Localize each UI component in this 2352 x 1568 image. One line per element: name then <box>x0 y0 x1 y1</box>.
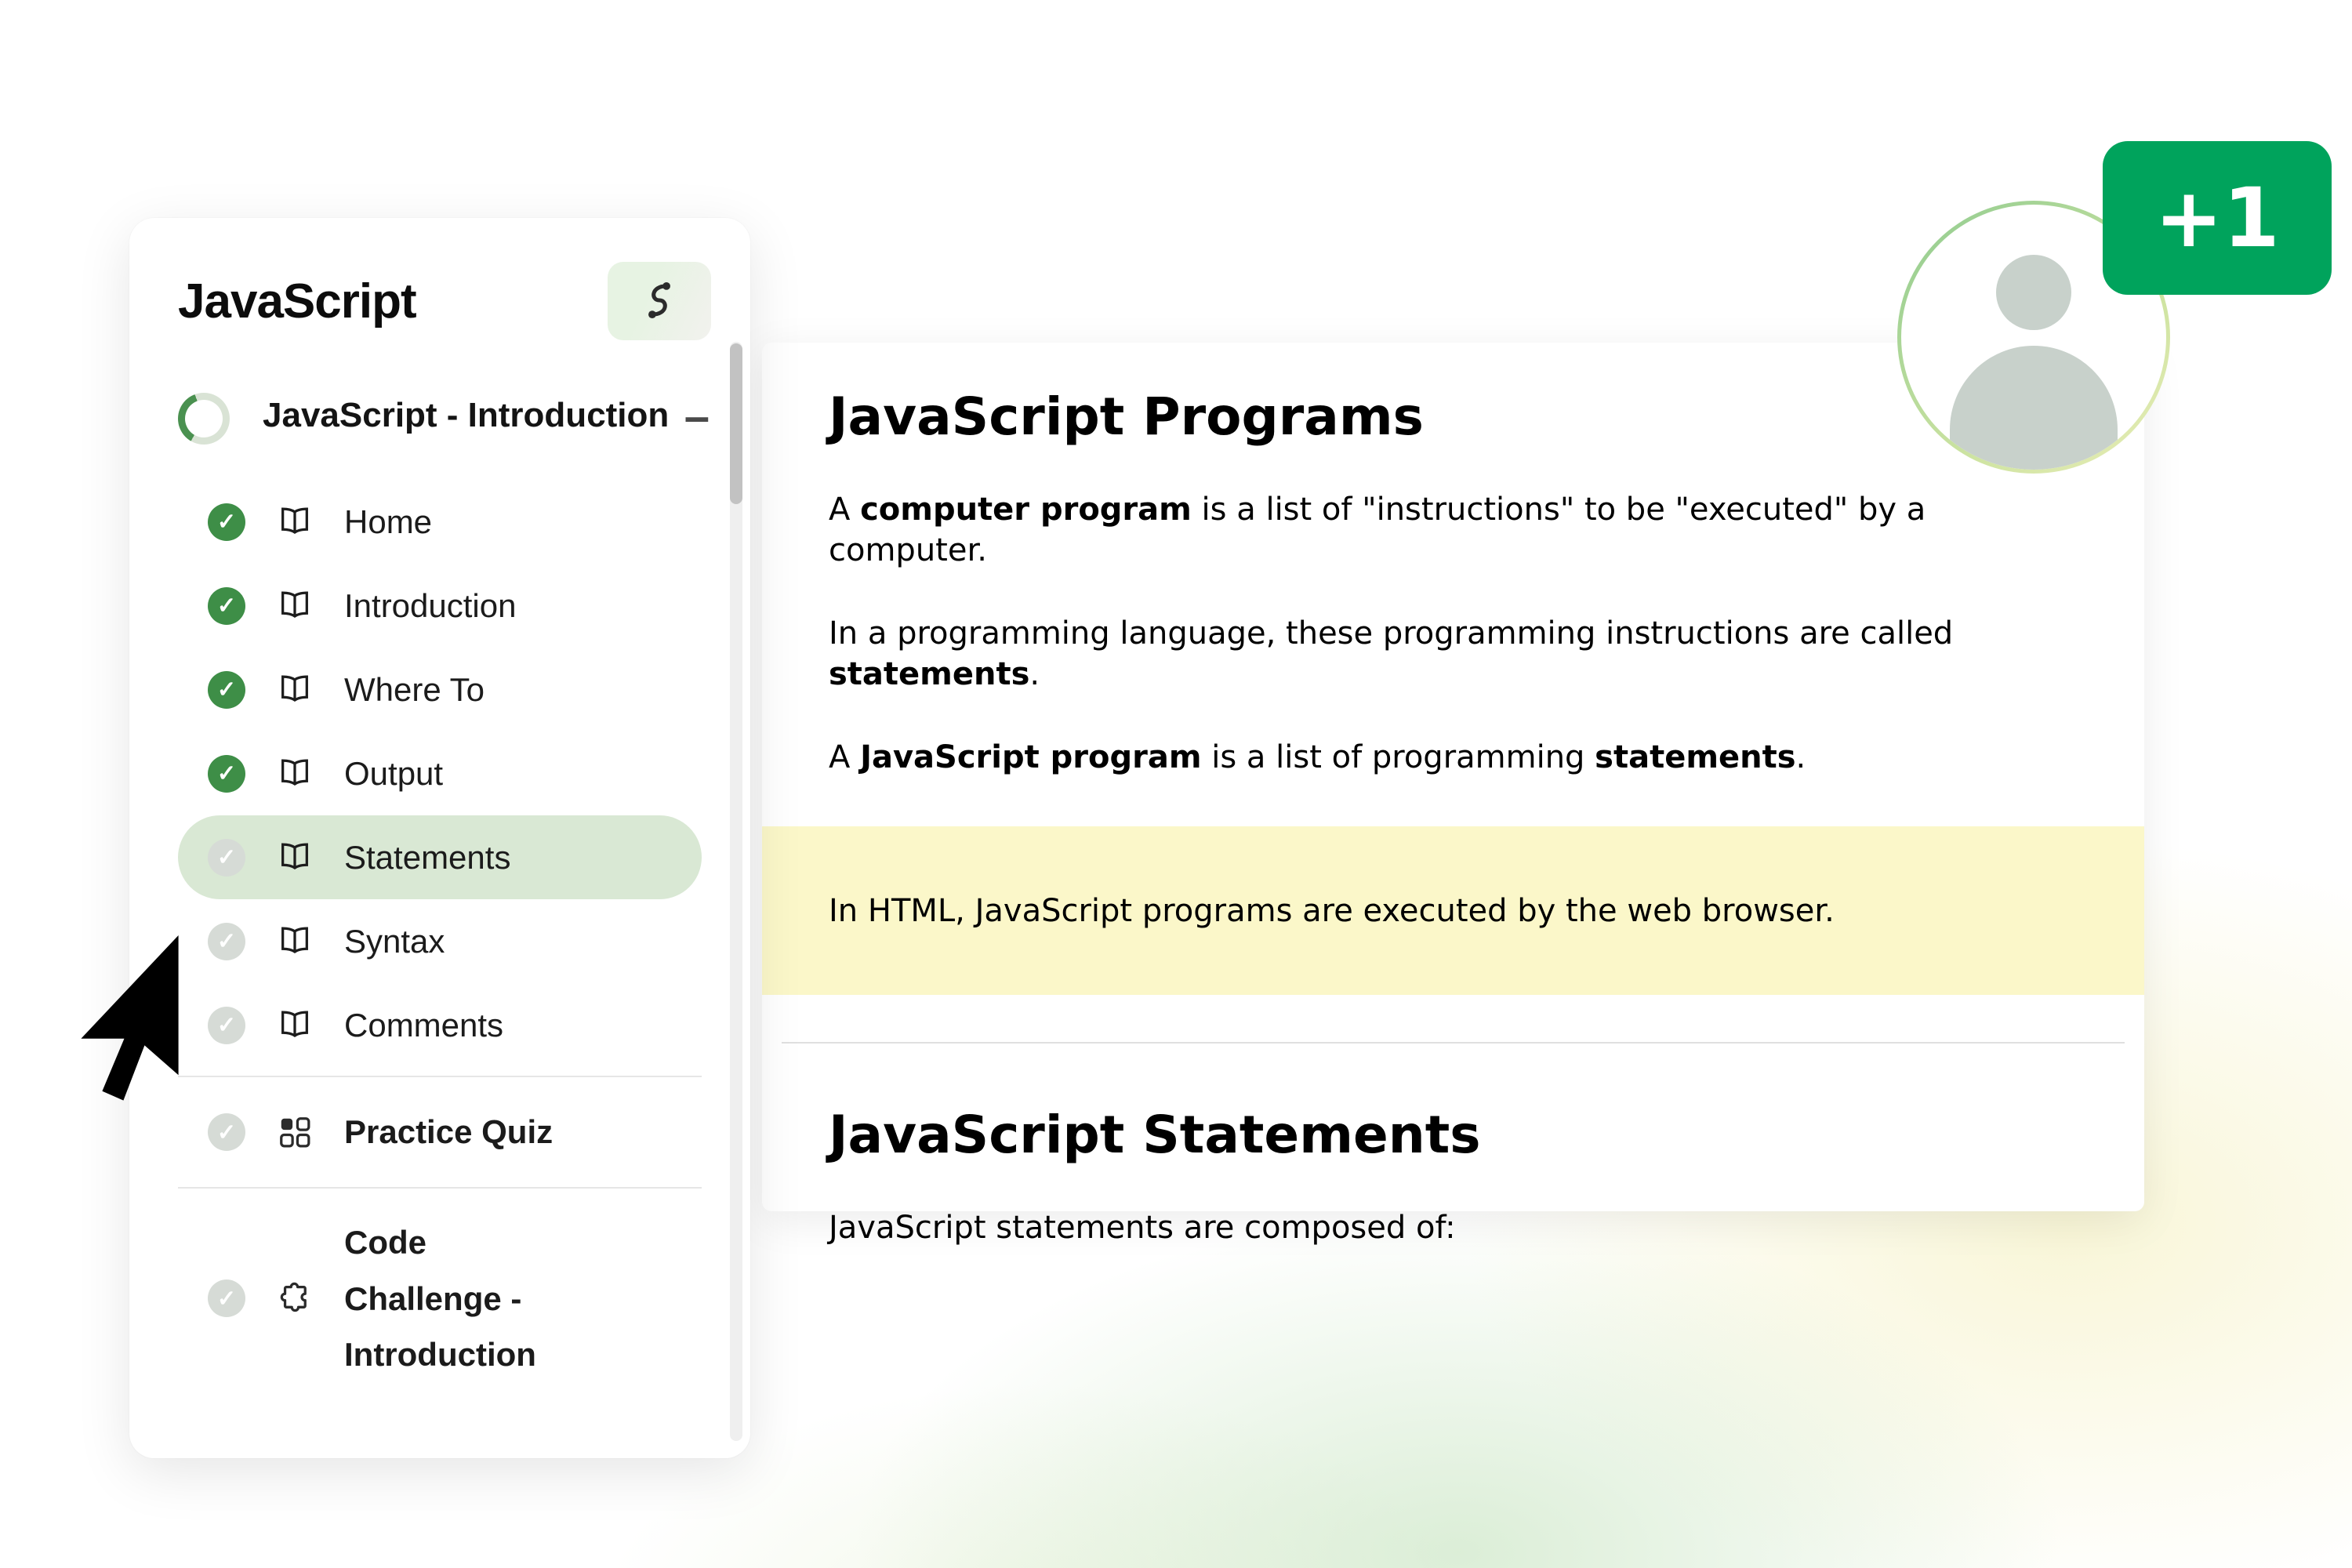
sidebar-item-code-challenge[interactable]: Code Challenge - Introduction <box>178 1197 702 1399</box>
lesson-content-panel: JavaScript Programs A computer program i… <box>762 343 2144 1211</box>
sidebar-scrollbar-track[interactable] <box>730 342 742 1441</box>
check-circle-icon <box>208 1007 245 1044</box>
points-badge: +1 <box>2103 141 2332 295</box>
sidebar-item-introduction[interactable]: Introduction <box>178 564 702 648</box>
person-icon <box>1996 255 2071 330</box>
course-switcher-icon <box>637 278 682 325</box>
open-book-icon <box>277 588 313 624</box>
check-circle-icon <box>208 1113 245 1151</box>
sidebar-title: JavaScript <box>178 274 416 329</box>
sidebar-item-comments[interactable]: Comments <box>178 983 702 1067</box>
check-circle-icon <box>208 1279 245 1317</box>
puzzle-icon <box>277 1280 313 1316</box>
lesson-list: Home Introduction Where To Output <box>129 480 750 1399</box>
paragraph-javascript-program: A JavaScript program is a list of progra… <box>829 737 2078 778</box>
sidebar-item-syntax[interactable]: Syntax <box>178 899 702 983</box>
sidebar-item-where-to[interactable]: Where To <box>178 648 702 731</box>
open-book-icon <box>277 1007 313 1044</box>
lesson-label: Home <box>344 503 432 541</box>
course-progress-ring <box>178 393 230 445</box>
lesson-label: Comments <box>344 1007 503 1044</box>
lesson-label: Output <box>344 755 443 793</box>
note-text: In HTML, JavaScript programs are execute… <box>829 891 1835 931</box>
check-circle-icon <box>208 839 245 877</box>
mouse-cursor-icon <box>77 935 183 1109</box>
section-divider <box>782 1042 2125 1044</box>
collapse-section-button[interactable]: – <box>684 394 710 440</box>
check-circle-icon <box>208 503 245 541</box>
open-book-icon <box>277 756 313 792</box>
course-section-header: JavaScript - Introduction – <box>129 340 750 447</box>
sidebar-header: JavaScript <box>129 218 750 340</box>
open-book-icon <box>277 672 313 708</box>
sidebar-scrollbar-thumb[interactable] <box>730 343 742 504</box>
list-divider <box>178 1187 702 1189</box>
course-sidebar: JavaScript JavaScript - Introduction – H… <box>129 218 750 1458</box>
section-heading-programs: JavaScript Programs <box>829 343 2078 447</box>
open-book-icon <box>277 840 313 876</box>
sidebar-item-statements[interactable]: Statements <box>178 815 702 899</box>
lesson-label: Code Challenge - Introduction <box>344 1214 579 1382</box>
check-circle-icon <box>208 755 245 793</box>
paragraph-computer-program: A computer program is a list of "instruc… <box>829 489 2078 571</box>
lesson-label: Practice Quiz <box>344 1113 553 1151</box>
lesson-label: Syntax <box>344 923 445 960</box>
lesson-label: Statements <box>344 839 510 877</box>
person-icon-body <box>1950 346 2118 470</box>
list-divider <box>178 1076 702 1077</box>
paragraph-statements-definition: In a programming language, these program… <box>829 613 2078 695</box>
sidebar-item-home[interactable]: Home <box>178 480 702 564</box>
open-book-icon <box>277 924 313 960</box>
course-title: JavaScript - Introduction <box>263 383 684 447</box>
lesson-label: Introduction <box>344 587 516 625</box>
note-callout: In HTML, JavaScript programs are execute… <box>762 826 2144 995</box>
check-circle-icon <box>208 923 245 960</box>
check-circle-icon <box>208 587 245 625</box>
paragraph-composed-of: JavaScript statements are composed of: <box>829 1207 2078 1248</box>
quiz-grid-icon <box>277 1114 313 1150</box>
lesson-label: Where To <box>344 671 485 709</box>
sidebar-item-output[interactable]: Output <box>178 731 702 815</box>
course-switcher-button[interactable] <box>608 262 711 340</box>
check-circle-icon <box>208 671 245 709</box>
open-book-icon <box>277 504 313 540</box>
sidebar-item-practice-quiz[interactable]: Practice Quiz <box>178 1086 702 1178</box>
section-heading-statements: JavaScript Statements <box>829 1105 2078 1165</box>
